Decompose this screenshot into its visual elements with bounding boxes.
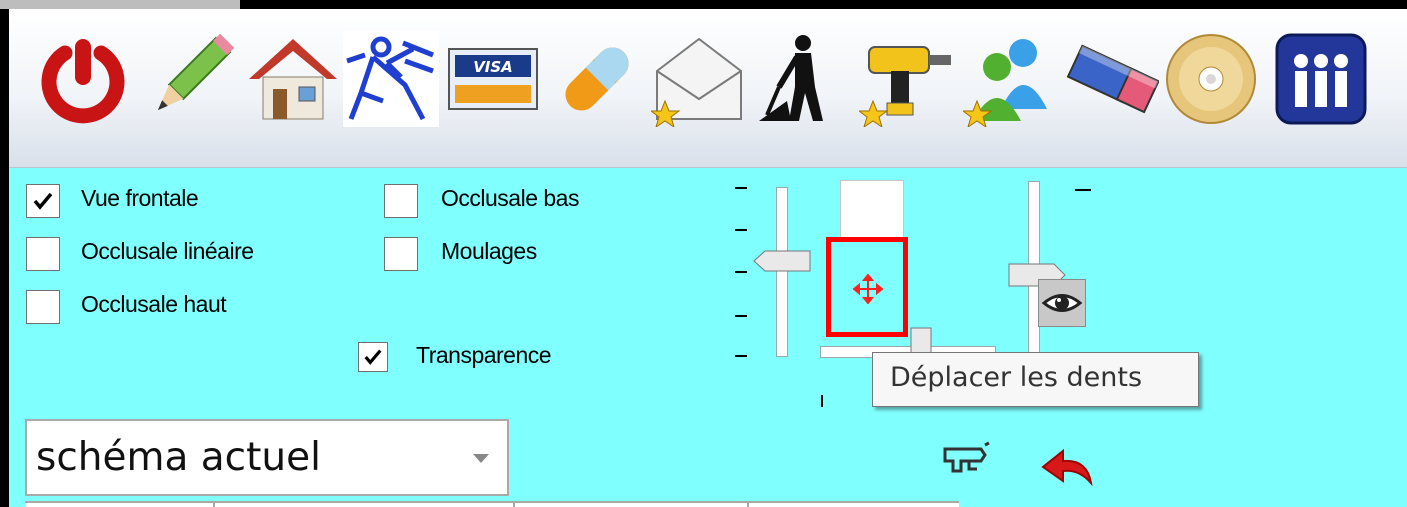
table-column-divider — [213, 503, 215, 507]
vue-frontale-checkbox[interactable] — [26, 184, 60, 218]
eraser-icon[interactable] — [1063, 31, 1159, 127]
main-toolbar: VISA — [9, 9, 1407, 168]
worker-shovel-icon[interactable] — [757, 31, 853, 127]
eye-icon[interactable] — [1038, 279, 1086, 327]
move-teeth-button[interactable] — [826, 237, 908, 337]
pill-icon[interactable] — [549, 31, 645, 127]
slider-tick — [735, 229, 747, 231]
occlusale-bas-label: Occlusale bas — [441, 185, 579, 211]
occlusale-lineaire-label: Occlusale linéaire — [81, 238, 254, 264]
drill-star-icon[interactable] — [859, 31, 955, 127]
undo-icon[interactable] — [1041, 447, 1095, 487]
occlusale-lineaire-checkbox[interactable] — [26, 237, 60, 271]
table-column-divider — [513, 503, 515, 507]
slider-tick — [735, 315, 747, 317]
visa-card-icon[interactable]: VISA — [445, 31, 541, 127]
occlusale-haut-checkbox[interactable] — [26, 290, 60, 324]
transparence-checkbox[interactable] — [358, 342, 388, 372]
cd-icon[interactable] — [1163, 31, 1259, 127]
checkmark-icon — [364, 349, 382, 365]
vue-frontale-label: Vue frontale — [81, 185, 199, 211]
move-arrows-icon — [853, 274, 883, 304]
spray-icon[interactable] — [941, 441, 991, 481]
app-window: VISA Vue frontale Occlusale linéaire Occ… — [9, 9, 1407, 507]
tooltip: Déplacer les dents — [872, 352, 1199, 407]
moulages-checkbox[interactable] — [384, 237, 418, 271]
slider-tick — [735, 271, 747, 273]
slider-tick — [735, 355, 747, 357]
dental-diagram-icon[interactable] — [343, 31, 439, 127]
checkmark-icon — [33, 192, 53, 210]
window-titlebar-fragment — [0, 0, 240, 9]
table-column-divider — [747, 503, 749, 507]
slider-tick — [821, 395, 823, 407]
pencil-icon[interactable] — [141, 31, 237, 127]
tooltip-text: Déplacer les dents — [890, 362, 1143, 393]
slider-tick — [735, 187, 747, 189]
occlusale-bas-checkbox[interactable] — [384, 184, 418, 218]
slider-thumb[interactable] — [753, 250, 811, 272]
people-icon[interactable] — [1273, 31, 1369, 127]
users-icon[interactable] — [963, 31, 1059, 127]
slider-tick — [1075, 189, 1091, 191]
schema-dropdown-value: schéma actuel — [36, 435, 321, 480]
schema-dropdown[interactable]: schéma actuel — [25, 419, 509, 496]
power-icon[interactable] — [35, 31, 131, 127]
chevron-down-icon — [473, 454, 489, 463]
svg-text:VISA: VISA — [473, 58, 513, 76]
home-icon[interactable] — [245, 31, 341, 127]
mail-star-icon[interactable] — [651, 31, 747, 127]
table-header-row — [25, 501, 959, 507]
transparence-label: Transparence — [416, 342, 552, 368]
moulages-label: Moulages — [441, 238, 537, 264]
occlusale-haut-label: Occlusale haut — [81, 291, 227, 317]
